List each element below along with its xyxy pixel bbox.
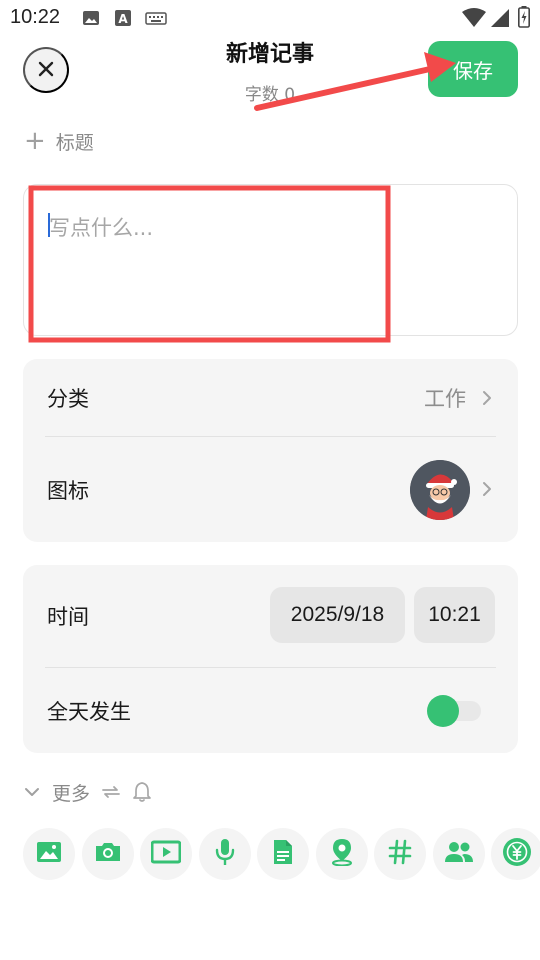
annotation-overlay — [28, 52, 456, 343]
highlight-box — [28, 185, 391, 343]
arrow-annotation — [254, 52, 456, 111]
